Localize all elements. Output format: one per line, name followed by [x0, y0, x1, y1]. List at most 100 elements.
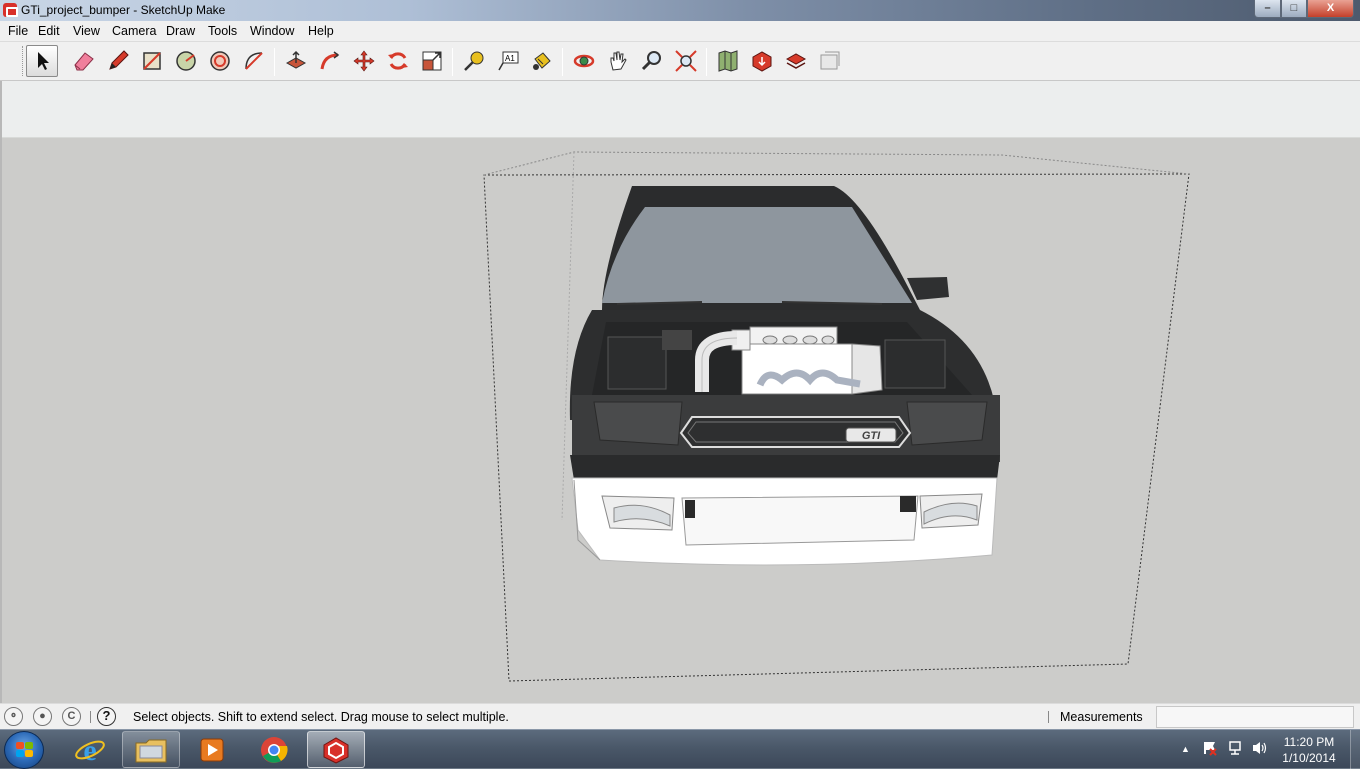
circle-tool-button[interactable]	[170, 45, 202, 77]
toolbar-separator	[562, 48, 563, 76]
taskbar-chrome[interactable]	[245, 731, 303, 768]
tape-measure-tool-button[interactable]	[458, 45, 490, 77]
scale-tool-button[interactable]	[416, 45, 448, 77]
extension-warehouse-tool-button[interactable]	[814, 45, 846, 77]
drawing-viewport[interactable]: GTI	[0, 81, 1360, 703]
gti-badge-text: GTI	[862, 430, 881, 442]
media-player-icon	[200, 738, 224, 761]
show-hidden-icons-button[interactable]: ▲	[1181, 744, 1190, 754]
side-mirror	[907, 277, 949, 300]
menu-tools[interactable]: Tools	[208, 24, 237, 38]
follow-me-icon	[320, 51, 340, 70]
menu-window[interactable]: Window	[250, 24, 294, 38]
magnifier-icon	[641, 51, 661, 71]
zoom-extents-tool-button[interactable]	[670, 45, 702, 77]
right-headlight	[906, 401, 988, 446]
taskbar-media-player[interactable]	[183, 731, 241, 768]
copyright-icon[interactable]: C	[62, 707, 81, 726]
menu-view[interactable]: View	[73, 24, 100, 38]
text-label-icon: A1	[498, 51, 519, 71]
get-models-tool-button[interactable]	[712, 45, 744, 77]
share-model-tool-button[interactable]	[746, 45, 778, 77]
text-tool-button[interactable]: A1	[492, 45, 524, 77]
measurements-separator	[1048, 711, 1049, 723]
rectangle-icon	[143, 52, 161, 70]
action-center-icon[interactable]	[1203, 740, 1217, 759]
toolbar-separator	[706, 48, 707, 76]
menu-camera[interactable]: Camera	[112, 24, 156, 38]
select-tool-button[interactable]	[26, 45, 58, 77]
internet-explorer-icon: e	[75, 734, 105, 766]
toolbar-grip[interactable]	[22, 46, 25, 76]
right-strut-tower	[884, 339, 946, 389]
menu-edit[interactable]: Edit	[38, 24, 60, 38]
measurements-label: Measurements	[1060, 710, 1143, 724]
network-icon[interactable]	[1227, 740, 1243, 759]
arc-tool-button[interactable]	[238, 45, 270, 77]
orbit-tool-button[interactable]	[568, 45, 600, 77]
select-arrow-icon	[38, 52, 49, 70]
clock-date: 1/10/2014	[1282, 751, 1336, 765]
chrome-icon	[261, 736, 288, 763]
svg-text:A1: A1	[505, 54, 515, 63]
zoom-tool-button[interactable]	[636, 45, 668, 77]
pencil-icon	[109, 50, 129, 70]
status-message: Select objects. Shift to extend select. …	[133, 710, 509, 724]
model-scene[interactable]: GTI	[2, 81, 1360, 703]
taskbar-sketchup[interactable]	[307, 731, 365, 768]
window-title: GTi_project_bumper - SketchUp Make	[21, 3, 226, 17]
line-tool-button[interactable]	[102, 45, 134, 77]
menu-file[interactable]: File	[8, 24, 28, 38]
share-component-tool-button[interactable]	[780, 45, 812, 77]
svg-text:e: e	[83, 734, 96, 766]
zoom-extents-icon	[675, 50, 697, 72]
system-clock[interactable]: 11:20 PM 1/10/2014	[1272, 734, 1346, 766]
polygon-icon	[210, 51, 230, 71]
rectangle-tool-button[interactable]	[136, 45, 168, 77]
bumper-top-trim	[570, 455, 1000, 480]
large-tool-set-toolbar: A1	[0, 42, 1360, 81]
eraser-tool-button[interactable]	[68, 45, 100, 77]
start-button[interactable]	[4, 731, 44, 769]
push-pull-icon	[285, 50, 307, 69]
extension-warehouse-icon	[820, 51, 840, 70]
toolbar-separator	[274, 48, 275, 76]
car-model[interactable]: GTI	[569, 186, 1000, 566]
push-pull-tool-button[interactable]	[280, 45, 312, 77]
eraser-icon	[74, 52, 94, 71]
follow-me-tool-button[interactable]	[314, 45, 346, 77]
windows-taskbar: e ▲ 11:20 PM 1/10/2014	[0, 729, 1360, 769]
scale-icon	[422, 51, 442, 71]
credits-icon[interactable]: ●	[33, 707, 52, 726]
sketchup-app-icon[interactable]	[3, 3, 18, 17]
geo-location-icon[interactable]: ⚬	[4, 707, 23, 726]
menu-help[interactable]: Help	[308, 24, 334, 38]
move-arrows-icon	[353, 50, 375, 72]
help-icon[interactable]: ?	[97, 707, 116, 726]
rotate-tool-button[interactable]	[382, 45, 414, 77]
center-bumper-opening	[681, 495, 919, 546]
taskbar-windows-explorer[interactable]	[122, 731, 180, 768]
menu-draw[interactable]: Draw	[166, 24, 195, 38]
toolbar-separator	[452, 48, 453, 76]
arc-icon	[245, 52, 263, 70]
move-tool-button[interactable]	[348, 45, 380, 77]
title-bar[interactable]: GTi_project_bumper - SketchUp Make – □ X	[0, 0, 1360, 21]
paint-bucket-tool-button[interactable]	[526, 45, 558, 77]
close-button[interactable]: X	[1307, 0, 1354, 18]
warehouse-download-icon	[752, 51, 772, 72]
map-icon	[718, 50, 738, 72]
volume-icon[interactable]	[1251, 740, 1269, 759]
folder-icon	[135, 739, 167, 762]
maximize-button[interactable]: □	[1281, 0, 1307, 18]
polygon-tool-button[interactable]	[204, 45, 236, 77]
tape-measure-icon	[464, 51, 484, 71]
taskbar-internet-explorer[interactable]: e	[61, 731, 119, 768]
clock-time: 11:20 PM	[1283, 735, 1335, 749]
status-bar: ⚬ ● C ? Select objects. Shift to extend …	[0, 703, 1360, 729]
fuse-box	[662, 330, 692, 350]
measurements-input[interactable]	[1156, 706, 1354, 728]
minimize-button[interactable]: –	[1254, 0, 1281, 18]
pan-tool-button[interactable]	[602, 45, 634, 77]
show-desktop-button[interactable]	[1350, 730, 1360, 769]
